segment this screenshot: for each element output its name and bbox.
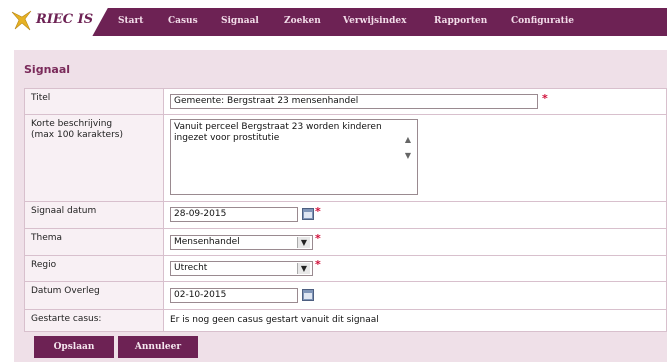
top-navigation: RIEC IS Start Casus Signaal Zoeken Verwi… (0, 0, 667, 40)
calendar-icon[interactable] (302, 208, 314, 220)
signaal-datum-cell: 28-09-2015 * (163, 202, 666, 228)
scroll-up-icon[interactable]: ▲ (405, 135, 411, 144)
regio-required-marker: * (315, 258, 321, 271)
chevron-down-icon[interactable]: ▼ (297, 237, 310, 248)
calendar-icon[interactable] (302, 289, 314, 301)
thema-selected-value: Mensenhandel (174, 237, 240, 247)
titel-input[interactable]: Gemeente: Bergstraat 23 mensenhandel (170, 94, 538, 109)
regio-cell: Utrecht ▼ * (163, 256, 666, 281)
row-titel: Titel Gemeente: Bergstraat 23 mensenhand… (24, 88, 667, 115)
gestarte-casus-value: Er is nog geen casus gestart vanuit dit … (170, 315, 379, 325)
nav-rapporten[interactable]: Rapporten (434, 16, 487, 26)
save-button[interactable]: Opslaan (34, 336, 114, 358)
nav-configuratie[interactable]: Configuratie (511, 16, 574, 26)
row-datum-overleg: Datum Overleg 02-10-2015 (24, 281, 667, 310)
datum-overleg-input[interactable]: 02-10-2015 (170, 288, 298, 303)
korte-beschrijving-label: Korte beschrijving (max 100 karakters) (31, 119, 123, 141)
nav-zoeken[interactable]: Zoeken (284, 16, 321, 26)
datum-overleg-label: Datum Overleg (31, 286, 100, 296)
thema-required-marker: * (315, 232, 321, 245)
nav-signaal[interactable]: Signaal (221, 16, 259, 26)
signaal-datum-input[interactable]: 28-09-2015 (170, 207, 298, 222)
scroll-down-icon[interactable]: ▼ (405, 151, 411, 160)
korte-beschrijving-label-line2: (max 100 karakters) (31, 130, 123, 140)
titel-required-marker: * (542, 92, 548, 105)
thema-select[interactable]: Mensenhandel ▼ (170, 235, 313, 250)
bird-logo-icon (11, 10, 32, 31)
app-name: RIEC IS (36, 12, 94, 27)
row-korte-beschrijving: Korte beschrijving (max 100 karakters) V… (24, 114, 667, 202)
row-thema: Thema Mensenhandel ▼ * (24, 228, 667, 256)
regio-selected-value: Utrecht (174, 263, 208, 273)
row-gestarte-casus: Gestarte casus: Er is nog geen casus ges… (24, 309, 667, 332)
textarea-scrollbar[interactable]: ▲ ▼ (403, 132, 413, 164)
datum-overleg-cell: 02-10-2015 (163, 282, 666, 309)
chevron-down-icon[interactable]: ▼ (297, 263, 310, 274)
gestarte-casus-label: Gestarte casus: (31, 314, 102, 324)
thema-cell: Mensenhandel ▼ * (163, 229, 666, 255)
korte-beschrijving-text-line1: Vanuit perceel Bergstraat 23 worden kind… (174, 122, 382, 132)
signaal-datum-label: Signaal datum (31, 206, 97, 216)
signaal-datum-required-marker: * (315, 205, 321, 218)
korte-beschrijving-cell: Vanuit perceel Bergstraat 23 worden kind… (163, 115, 666, 201)
nav-casus[interactable]: Casus (168, 16, 198, 26)
korte-beschrijving-label-line1: Korte beschrijving (31, 119, 113, 129)
titel-cell: Gemeente: Bergstraat 23 mensenhandel * (163, 89, 666, 114)
page-title: Signaal (24, 63, 71, 76)
nav-start[interactable]: Start (118, 16, 143, 26)
nav-verwijsindex[interactable]: Verwijsindex (343, 16, 406, 26)
korte-beschrijving-textarea[interactable]: Vanuit perceel Bergstraat 23 worden kind… (170, 119, 418, 195)
row-regio: Regio Utrecht ▼ * (24, 255, 667, 282)
regio-select[interactable]: Utrecht ▼ (170, 261, 313, 276)
thema-label: Thema (31, 233, 63, 243)
row-signaal-datum: Signaal datum 28-09-2015 * (24, 201, 667, 229)
regio-label: Regio (31, 260, 57, 270)
cancel-button[interactable]: Annuleer (118, 336, 198, 358)
gestarte-casus-cell: Er is nog geen casus gestart vanuit dit … (163, 310, 666, 331)
titel-label: Titel (31, 93, 51, 103)
korte-beschrijving-text-line2: ingezet voor prostitutie (174, 133, 280, 143)
